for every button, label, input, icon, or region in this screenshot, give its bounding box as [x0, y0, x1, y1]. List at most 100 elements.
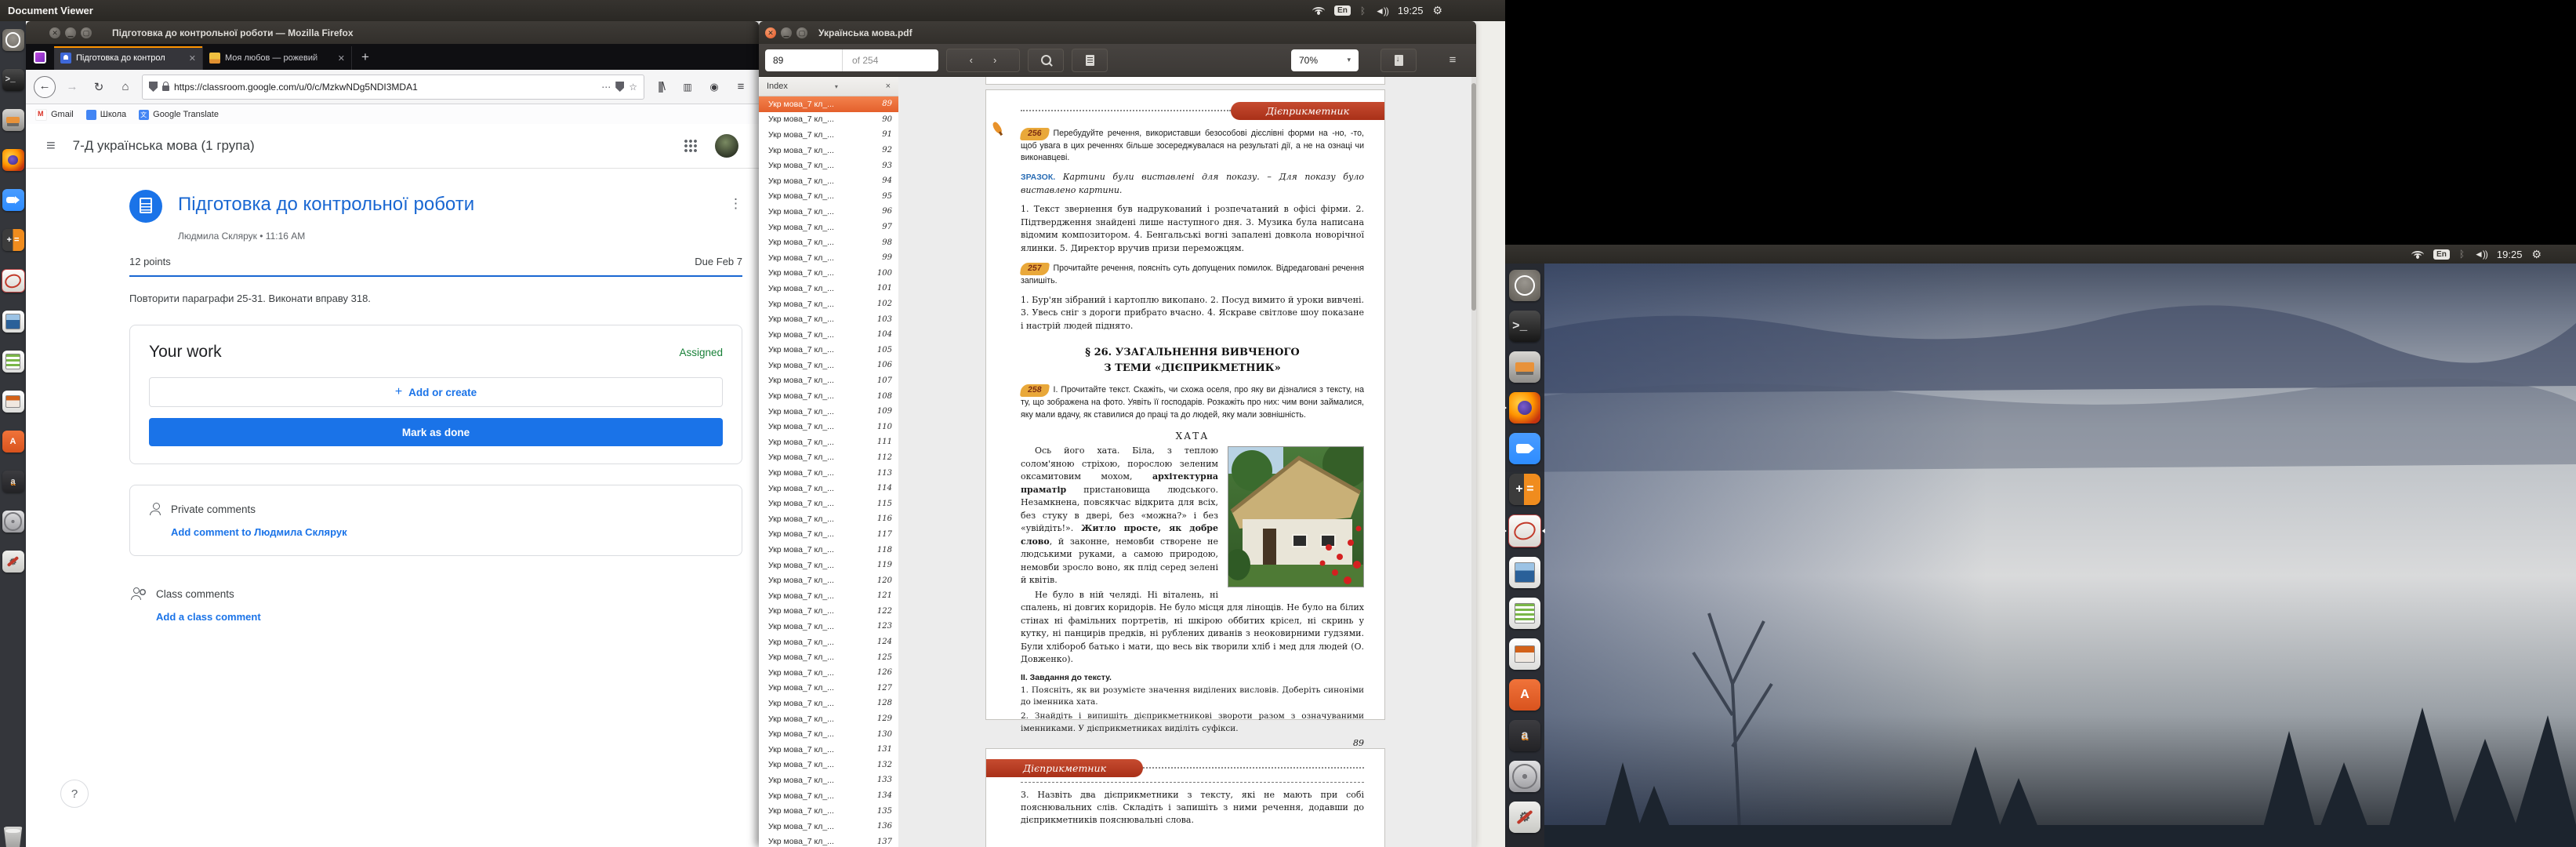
index-item[interactable]: Укр мова_7 кл_...136 [759, 819, 898, 834]
add-class-comment-link[interactable]: Add a class comment [156, 611, 742, 623]
index-item[interactable]: Укр мова_7 кл_...112 [759, 450, 898, 466]
dock-file-cabinet-icon[interactable] [2, 109, 24, 131]
dock-libreoffice-calc-icon[interactable] [2, 351, 24, 373]
tab-classroom[interactable]: Підготовка до контрол ✕ [54, 46, 203, 70]
dock-ubuntu-logo-icon[interactable] [2, 29, 24, 51]
next-page-icon[interactable]: › [993, 54, 996, 66]
index-item[interactable]: Укр мова_7 кл_...117 [759, 527, 898, 543]
tab-close-icon[interactable]: ✕ [189, 53, 196, 64]
dock-disks-icon[interactable] [1509, 761, 1540, 792]
add-private-comment-link[interactable]: Add comment to Людмила Склярук [171, 526, 723, 538]
dock-ubuntu-logo-icon[interactable] [1509, 270, 1540, 301]
bluetooth-icon[interactable]: ᛒ [1360, 5, 1366, 16]
dock-trash-icon[interactable] [2, 827, 24, 847]
tracking-shield-icon[interactable] [149, 82, 158, 92]
index-item[interactable]: Укр мова_7 кл_...107 [759, 373, 898, 389]
dock-amazon-icon[interactable]: a [1509, 720, 1540, 751]
index-item[interactable]: Укр мова_7 кл_...114 [759, 481, 898, 496]
home-button[interactable]: ⌂ [115, 80, 136, 93]
bookmark-star-icon[interactable]: ☆ [629, 82, 637, 93]
mark-as-done-button[interactable]: Mark as done [149, 418, 723, 446]
index-item[interactable]: Укр мова_7 кл_...102 [759, 296, 898, 312]
add-or-create-button[interactable]: + Add or create [149, 377, 723, 407]
index-item[interactable]: Укр мова_7 кл_...129 [759, 711, 898, 727]
dock-libreoffice-writer-icon[interactable] [1509, 557, 1540, 588]
index-item[interactable]: Укр мова_7 кл_...137 [759, 834, 898, 847]
save-button[interactable] [1381, 49, 1417, 72]
index-item[interactable]: Укр мова_7 кл_...123 [759, 619, 898, 634]
index-item[interactable]: Укр мова_7 кл_...113 [759, 465, 898, 481]
dock-zoom-app-icon[interactable] [2, 189, 24, 211]
evince-titlebar[interactable]: ✕ ▁ ▢ Українська мова.pdf [759, 21, 1476, 44]
index-item[interactable]: Укр мова_7 кл_...101 [759, 281, 898, 296]
dock-document-viewer-icon[interactable] [2, 269, 25, 293]
minimize-icon[interactable]: ▁ [65, 27, 76, 38]
bookmark-school[interactable]: Школа [86, 110, 126, 120]
bluetooth-icon[interactable]: ᛒ [2459, 249, 2465, 260]
clock[interactable]: 19:25 [1398, 5, 1424, 16]
course-title[interactable]: 7-Д українська мова (1 група) [73, 138, 255, 154]
classroom-menu-icon[interactable]: ≡ [46, 137, 56, 155]
index-item[interactable]: Укр мова_7 кл_...108 [759, 388, 898, 404]
index-item[interactable]: Укр мова_7 кл_...109 [759, 404, 898, 420]
kebab-menu-icon[interactable]: ⋮ [729, 196, 742, 212]
index-item[interactable]: Укр мова_7 кл_...104 [759, 327, 898, 343]
index-item[interactable]: Укр мова_7 кл_...132 [759, 758, 898, 773]
session-gear-icon[interactable]: ⚙ [1432, 4, 1442, 17]
dock-firefox-icon[interactable] [1509, 392, 1540, 424]
index-item[interactable]: Укр мова_7 кл_...97 [759, 220, 898, 235]
dock-calculator-icon[interactable]: + = [2, 229, 24, 251]
dock-zoom-app-icon[interactable] [1509, 433, 1540, 464]
dock-document-viewer-icon[interactable] [1508, 514, 1541, 547]
clock[interactable]: 19:25 [2497, 249, 2523, 260]
account-icon[interactable]: ◉ [704, 81, 724, 93]
close-icon[interactable]: ✕ [765, 27, 776, 38]
index-item[interactable]: Укр мова_7 кл_...126 [759, 665, 898, 681]
dock-ubuntu-software-icon[interactable]: A [1509, 679, 1540, 711]
google-apps-icon[interactable] [684, 139, 698, 153]
tab-sites[interactable]: Моя любов — рожевий ✕ [203, 46, 352, 70]
index-item[interactable]: Укр мова_7 кл_...122 [759, 604, 898, 620]
index-item[interactable]: Укр мова_7 кл_...100 [759, 266, 898, 282]
tab-close-icon[interactable]: ✕ [338, 53, 345, 64]
keyboard-layout-indicator[interactable]: En [1334, 5, 1351, 16]
firefox-titlebar[interactable]: ✕ ▁ ▢ Підготовка до контрольної роботи —… [26, 21, 759, 44]
library-icon[interactable]: |||\ [651, 80, 671, 93]
new-tab-button[interactable]: + [361, 49, 369, 65]
index-item[interactable]: Укр мова_7 кл_...105 [759, 343, 898, 358]
dock-libreoffice-impress-icon[interactable] [1509, 638, 1540, 670]
index-item[interactable]: Укр мова_7 кл_...106 [759, 358, 898, 373]
wifi-icon[interactable] [1312, 6, 1325, 15]
index-item[interactable]: Укр мова_7 кл_...110 [759, 419, 898, 434]
index-item[interactable]: Укр мова_7 кл_...127 [759, 681, 898, 696]
close-icon[interactable]: ✕ [49, 27, 60, 38]
index-item[interactable]: Укр мова_7 кл_...91 [759, 127, 898, 143]
reload-button[interactable]: ↻ [89, 80, 109, 94]
dock-system-settings-icon[interactable]: ⚙ [1509, 802, 1540, 833]
index-item[interactable]: Укр мова_7 кл_...94 [759, 173, 898, 189]
index-item[interactable]: Укр мова_7 кл_...103 [759, 311, 898, 327]
sidebar-toggle-icon[interactable]: ▥ [677, 82, 698, 93]
index-item[interactable]: Укр мова_7 кл_...95 [759, 189, 898, 205]
page-actions-icon[interactable]: ⋯ [601, 82, 611, 93]
session-gear-icon[interactable]: ⚙ [2531, 248, 2542, 261]
dock-amazon-icon[interactable]: a [2, 471, 24, 493]
minimize-icon[interactable]: ▁ [781, 27, 792, 38]
avatar[interactable] [715, 134, 738, 158]
dock-terminal-icon[interactable]: >_ [2, 69, 24, 91]
index-item[interactable]: Укр мова_7 кл_...121 [759, 588, 898, 604]
bookmark-translate[interactable]: Google Translate [139, 110, 219, 120]
index-item[interactable]: Укр мова_7 кл_...98 [759, 234, 898, 250]
dock-system-settings-icon[interactable]: ⚙ [2, 551, 24, 573]
search-button[interactable] [1028, 49, 1064, 72]
sidebar-mode-dropdown[interactable]: Index [767, 82, 788, 91]
menu-icon[interactable]: ≡ [731, 80, 751, 93]
url-text[interactable]: https://classroom.google.com/u/0/c/MzkwN… [174, 82, 597, 93]
index-item[interactable]: Укр мова_7 кл_...96 [759, 204, 898, 220]
index-item[interactable]: Укр мова_7 кл_...124 [759, 634, 898, 650]
extension-icon[interactable] [34, 51, 46, 64]
dock-file-cabinet-icon[interactable] [1509, 351, 1540, 383]
index-item[interactable]: Укр мова_7 кл_...128 [759, 696, 898, 711]
bookmark-gmail[interactable]: Gmail [35, 109, 74, 121]
index-item[interactable]: Укр мова_7 кл_...92 [759, 143, 898, 158]
